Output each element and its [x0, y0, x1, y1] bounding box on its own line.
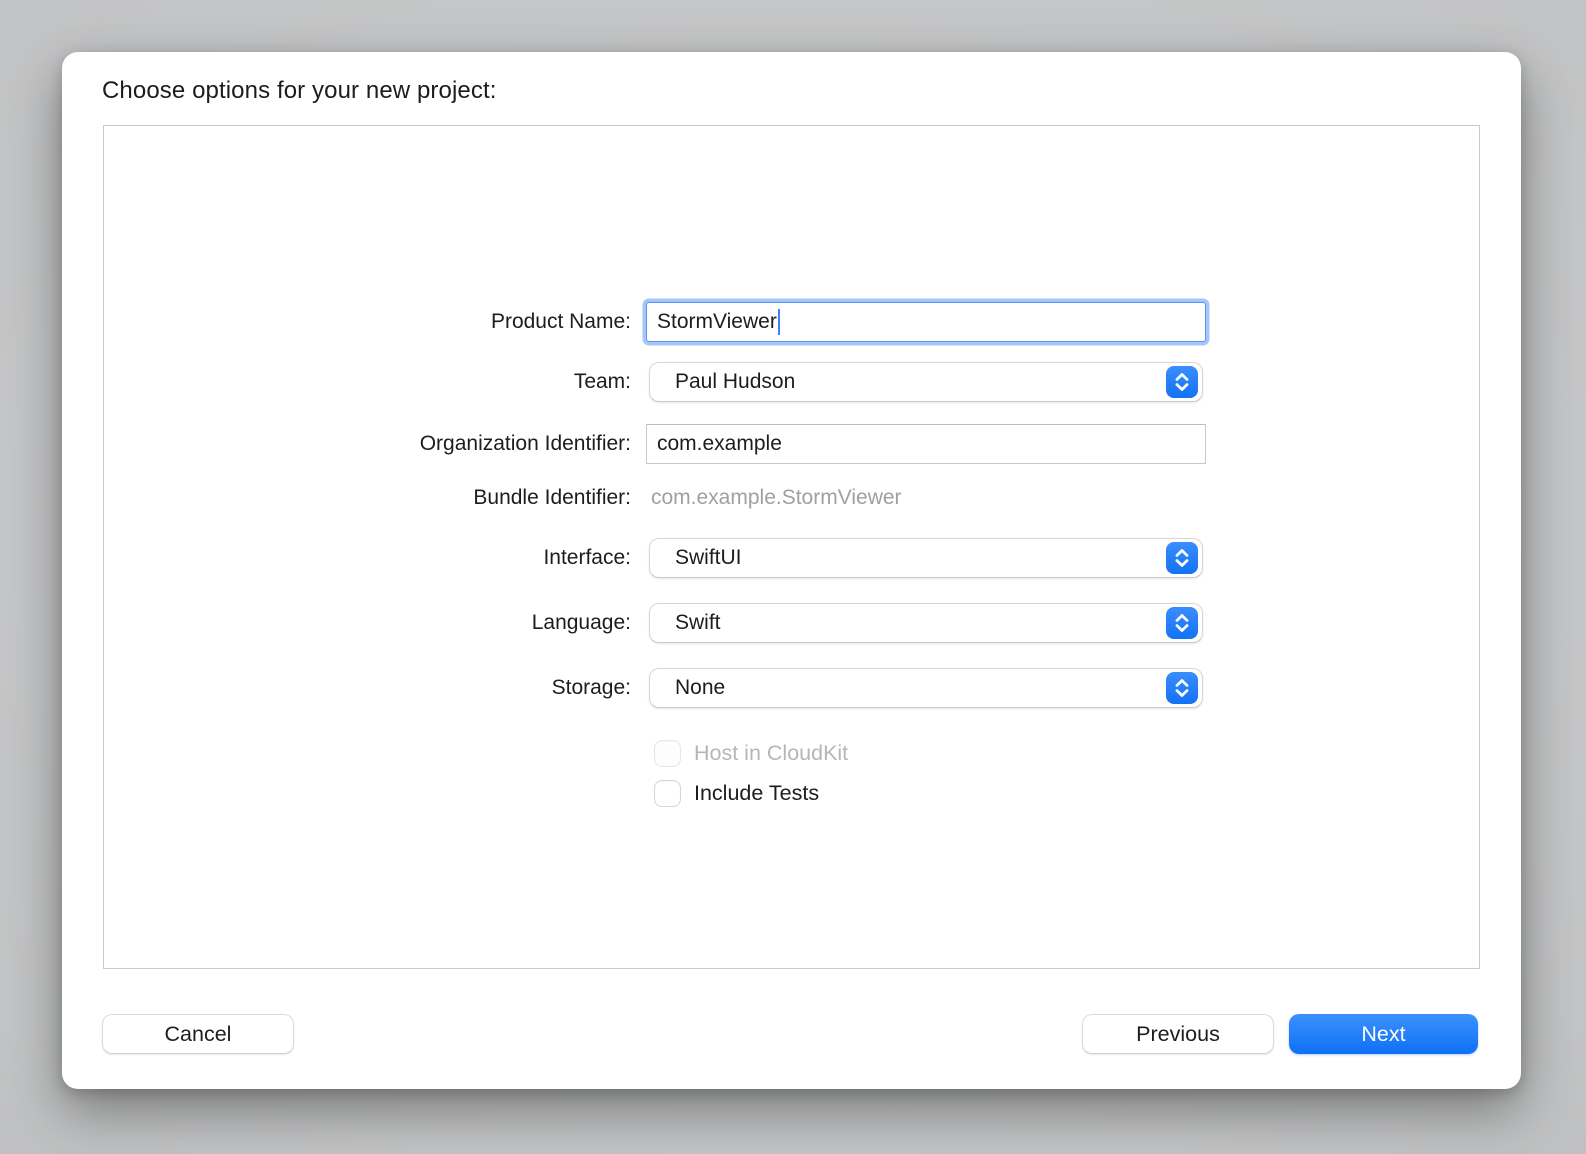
include-tests-row: Include Tests [654, 780, 819, 807]
text-cursor [777, 309, 781, 335]
bundle-identifier-label: Bundle Identifier: [473, 486, 631, 509]
organization-identifier-input[interactable] [646, 424, 1206, 464]
language-row: Language: Swift [104, 603, 1479, 643]
host-in-cloudkit-label: Host in CloudKit [694, 741, 849, 765]
team-select[interactable]: Paul Hudson [649, 362, 1203, 402]
dialog-footer: Cancel Previous Next [102, 1014, 1478, 1054]
organization-identifier-label: Organization Identifier: [419, 432, 631, 455]
next-button[interactable]: Next [1289, 1014, 1478, 1054]
previous-button[interactable]: Previous [1082, 1014, 1274, 1054]
options-panel: Product Name: StormViewer Team: Paul Hud… [103, 125, 1480, 969]
dialog-title: Choose options for your new project: [102, 77, 497, 104]
storage-label: Storage: [551, 676, 631, 699]
product-name-row: Product Name: StormViewer [104, 302, 1479, 342]
storage-selected-value: None [675, 676, 726, 699]
team-selected-value: Paul Hudson [675, 370, 796, 393]
interface-selected-value: SwiftUI [675, 546, 742, 569]
chevron-updown-icon [1166, 542, 1198, 574]
organization-identifier-row: Organization Identifier: [104, 424, 1479, 464]
product-name-label: Product Name: [490, 310, 631, 333]
cancel-button[interactable]: Cancel [102, 1014, 294, 1054]
interface-row: Interface: SwiftUI [104, 538, 1479, 578]
team-row: Team: Paul Hudson [104, 362, 1479, 402]
language-label: Language: [531, 611, 631, 634]
language-selected-value: Swift [675, 611, 721, 634]
language-select[interactable]: Swift [649, 603, 1203, 643]
product-name-value: StormViewer [657, 310, 777, 333]
new-project-options-dialog: Choose options for your new project: Pro… [62, 52, 1521, 1089]
include-tests-label: Include Tests [694, 781, 820, 805]
product-name-input[interactable]: StormViewer [646, 302, 1206, 342]
chevron-updown-icon [1166, 366, 1198, 398]
storage-select[interactable]: None [649, 668, 1203, 708]
team-label: Team: [573, 370, 631, 393]
host-in-cloudkit-checkbox [654, 740, 681, 767]
interface-label: Interface: [543, 546, 631, 569]
host-in-cloudkit-row: Host in CloudKit [654, 740, 848, 767]
bundle-identifier-value: com.example.StormViewer [651, 486, 902, 509]
storage-row: Storage: None [104, 668, 1479, 708]
interface-select[interactable]: SwiftUI [649, 538, 1203, 578]
chevron-updown-icon [1166, 607, 1198, 639]
chevron-updown-icon [1166, 672, 1198, 704]
bundle-identifier-row: Bundle Identifier: com.example.StormView… [104, 478, 1479, 518]
include-tests-checkbox[interactable] [654, 780, 681, 807]
